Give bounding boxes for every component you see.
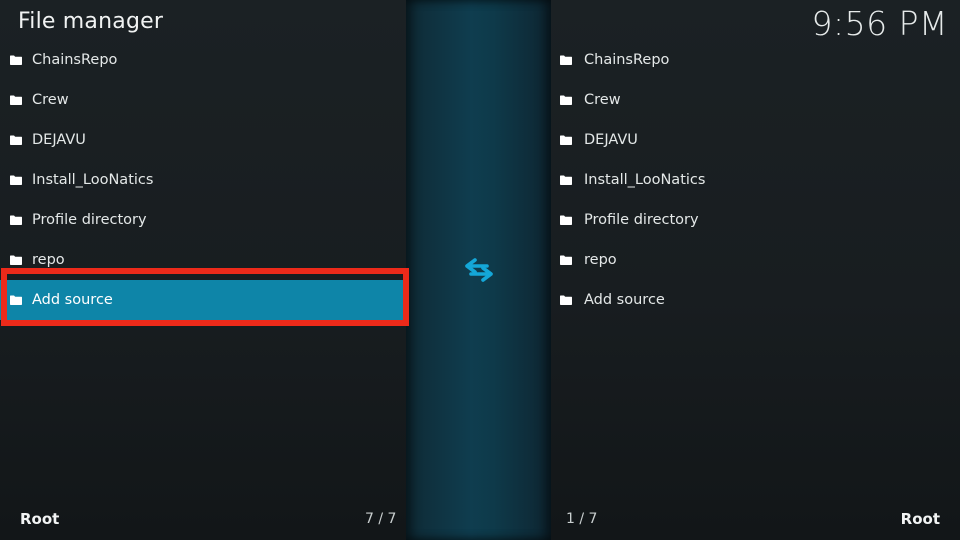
list-item-label: Install_LooNatics	[32, 172, 154, 188]
right-footer-count: 1 / 7	[566, 511, 598, 527]
left-file-list: ChainsRepo Crew DEJAVU Install_LooNatics…	[0, 40, 406, 320]
file-manager-screen: File manager 9:56 PM ChainsRepo Crew DEJ…	[0, 0, 960, 540]
list-item[interactable]: Install_LooNatics	[0, 160, 406, 200]
list-item[interactable]: ChainsRepo	[0, 40, 406, 80]
add-source-item[interactable]: Add source	[0, 280, 406, 320]
list-item-label: Add source	[584, 292, 665, 308]
folder-icon	[560, 55, 572, 65]
folder-icon	[560, 215, 572, 225]
swap-arrows-icon[interactable]	[461, 252, 497, 288]
list-item[interactable]: Profile directory	[551, 200, 960, 240]
folder-icon	[560, 255, 572, 265]
folder-icon	[560, 95, 572, 105]
list-item-label: repo	[584, 252, 617, 268]
right-file-list: ChainsRepo Crew DEJAVU Install_LooNatics…	[551, 40, 960, 320]
list-item[interactable]: Profile directory	[0, 200, 406, 240]
list-item[interactable]: DEJAVU	[0, 120, 406, 160]
left-footer-count: 7 / 7	[365, 511, 397, 527]
list-item-label: DEJAVU	[32, 132, 86, 148]
list-item-label: Profile directory	[32, 212, 147, 228]
right-footer-path: Root	[900, 510, 940, 528]
folder-icon	[10, 175, 22, 185]
list-item[interactable]: ChainsRepo	[551, 40, 960, 80]
folder-icon	[560, 295, 572, 305]
list-item-label: Add source	[32, 292, 113, 308]
folder-icon	[560, 175, 572, 185]
folder-icon	[10, 55, 22, 65]
list-item[interactable]: repo	[551, 240, 960, 280]
folder-icon	[10, 255, 22, 265]
list-item-label: ChainsRepo	[32, 52, 118, 68]
clock: 9:56 PM	[811, 4, 948, 43]
left-footer-path: Root	[20, 510, 60, 528]
list-item-label: Crew	[584, 92, 621, 108]
folder-icon	[10, 215, 22, 225]
folder-icon	[560, 135, 572, 145]
folder-icon	[10, 295, 22, 305]
list-item[interactable]: Crew	[0, 80, 406, 120]
list-item-label: Install_LooNatics	[584, 172, 706, 188]
list-item-label: DEJAVU	[584, 132, 638, 148]
folder-icon	[10, 135, 22, 145]
list-item-label: repo	[32, 252, 65, 268]
list-item-label: Profile directory	[584, 212, 699, 228]
page-title: File manager	[18, 9, 164, 34]
list-item-label: Crew	[32, 92, 69, 108]
list-item[interactable]: repo	[0, 240, 406, 280]
list-item[interactable]: DEJAVU	[551, 120, 960, 160]
folder-icon	[10, 95, 22, 105]
list-item[interactable]: Install_LooNatics	[551, 160, 960, 200]
list-item[interactable]: Add source	[551, 280, 960, 320]
list-item[interactable]: Crew	[551, 80, 960, 120]
list-item-label: ChainsRepo	[584, 52, 670, 68]
